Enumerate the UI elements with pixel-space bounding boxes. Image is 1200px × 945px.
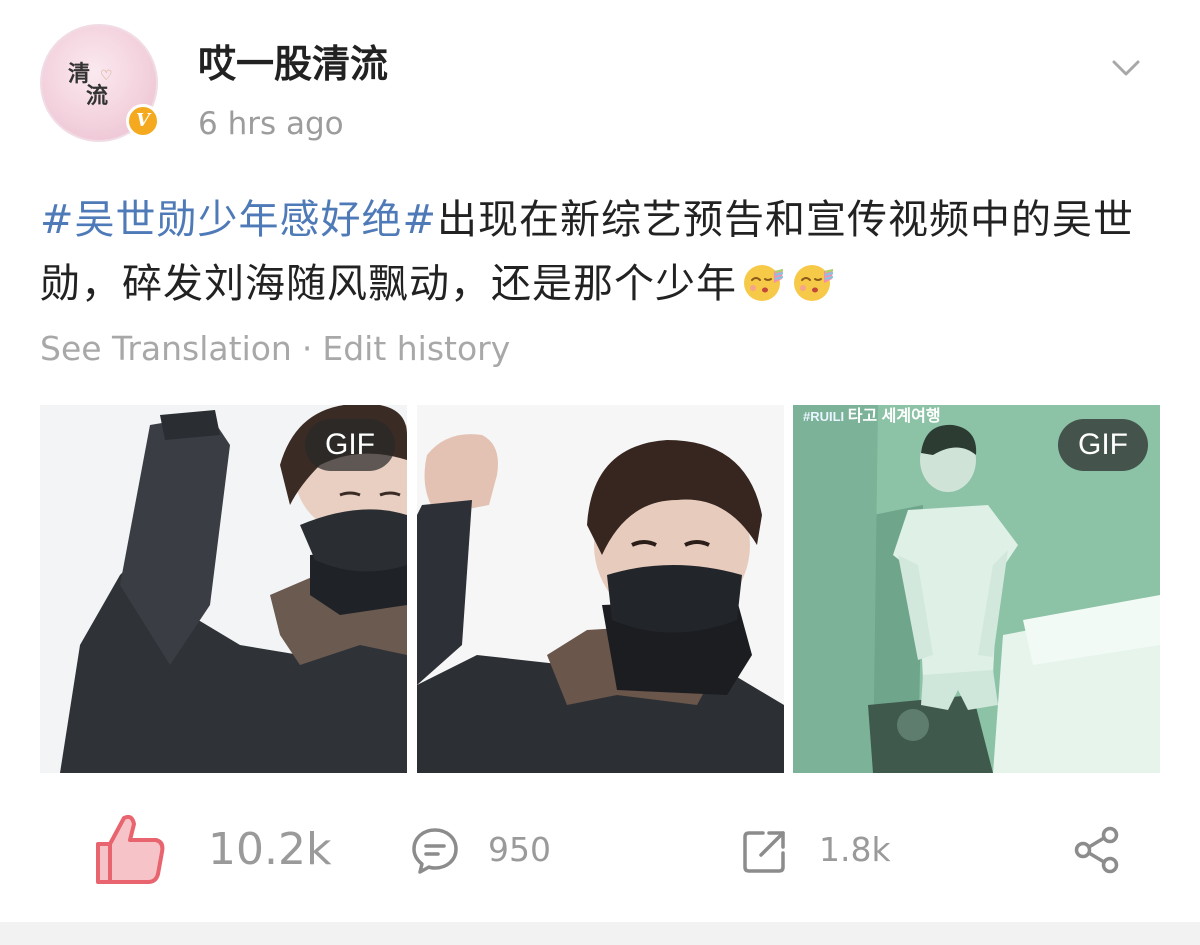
- edit-history-link[interactable]: Edit history: [322, 329, 510, 368]
- separator: ·: [301, 329, 313, 368]
- video-watermark: #RUILI 타고 세계여행: [803, 408, 941, 425]
- heart-icon: ♡: [100, 68, 113, 84]
- author-name[interactable]: 哎一股清流: [198, 40, 388, 88]
- repost-button[interactable]: 1.8k: [741, 800, 901, 900]
- comment-button[interactable]: 950: [410, 800, 570, 900]
- post-timestamp: 6 hrs ago: [198, 106, 344, 142]
- media-thumbnail-1[interactable]: GIF: [40, 405, 407, 773]
- comment-count: 950: [488, 830, 551, 869]
- post-body: #吴世勋少年感好绝#出现在新综艺预告和宣传视频中的吴世勋，碎发刘海随风飘动，还是…: [40, 188, 1170, 316]
- kiss-emoji-icon: [794, 265, 834, 301]
- hashtag-link[interactable]: #吴世勋少年感好绝#: [40, 197, 437, 243]
- see-translation-link[interactable]: See Translation: [40, 329, 292, 368]
- gif-badge: GIF: [1058, 419, 1148, 471]
- like-count: 10.2k: [208, 824, 332, 875]
- post-meta-links: See Translation · Edit history: [40, 326, 510, 372]
- like-thumb-icon: [96, 814, 165, 884]
- gif-badge: GIF: [305, 419, 395, 471]
- media-thumbnail-3[interactable]: #RUILI 타고 세계여행 GIF: [793, 405, 1160, 773]
- media-thumbnail-2[interactable]: [417, 405, 784, 773]
- divider: [0, 922, 1200, 945]
- share-icon[interactable]: [1072, 826, 1122, 874]
- media-gallery: GIF #RUILI 타고 세계여행 GIF: [40, 405, 1160, 773]
- kiss-emoji-icon: [744, 265, 784, 301]
- repost-count: 1.8k: [819, 830, 891, 869]
- weibo-post-card: 清 流 ♡ V 哎一股清流 6 hrs ago #吴世勋少年感好绝#出现在新综艺…: [0, 0, 1200, 945]
- like-button[interactable]: 10.2k: [92, 800, 352, 900]
- repost-icon: [743, 831, 785, 873]
- verified-badge-icon: V: [126, 104, 160, 138]
- comment-icon: [412, 828, 458, 874]
- chevron-down-icon[interactable]: [1108, 50, 1144, 86]
- photo-image: [417, 405, 784, 773]
- action-bar: 10.2k 950 1.8k: [0, 800, 1200, 900]
